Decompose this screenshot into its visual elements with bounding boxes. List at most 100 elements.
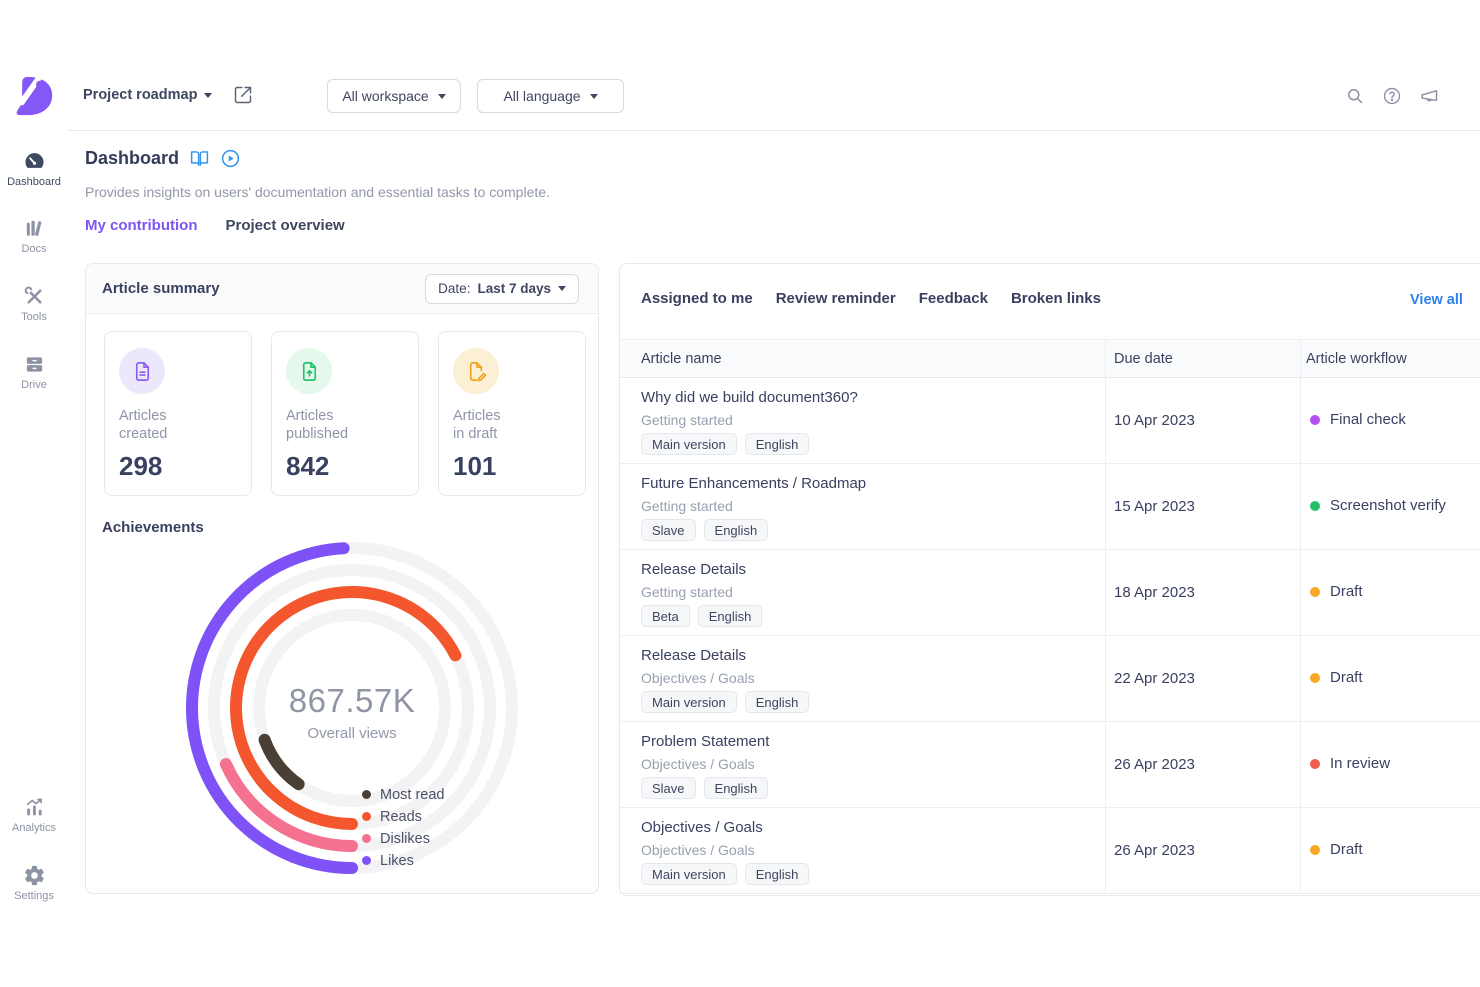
due-date: 15 Apr 2023 [1114,498,1195,515]
tab-feedback[interactable]: Feedback [919,290,988,307]
badge: Main version [641,863,737,885]
announcement-megaphone-icon[interactable] [1419,86,1439,106]
docs-guide-book-icon[interactable] [189,148,210,169]
article-title[interactable]: Release Details [641,647,746,664]
article-badges: SlaveEnglish [641,777,768,799]
sidebar-item-settings[interactable]: Settings [0,864,68,902]
status-dot [1310,587,1320,597]
sidebar-item-drive[interactable]: Drive [0,353,68,391]
page-title-text: Dashboard [85,148,179,169]
task-table-body: Why did we build document360? Getting sta… [620,378,1480,894]
date-range-selector[interactable]: Date: Last 7 days [425,274,579,304]
legend-dot [362,834,371,843]
status-label: Draft [1330,841,1363,858]
article-title[interactable]: Why did we build document360? [641,389,858,406]
badge: Main version [641,691,737,713]
table-row[interactable]: Objectives / Goals Objectives / Goals Main… [620,808,1480,894]
workflow-status: Draft [1310,669,1363,686]
video-play-icon[interactable] [220,148,241,169]
open-site-external-link-icon[interactable] [233,85,253,105]
tab-project-overview[interactable]: Project overview [226,217,345,234]
stat-label-line: created [119,425,237,443]
article-summary-card: Article summary Date: Last 7 days Articl… [85,263,599,894]
view-all-link[interactable]: View all [1410,292,1463,308]
legend-label: Most read [380,787,444,803]
badge: Main version [641,433,737,455]
stat-label-line: Articles [453,407,571,425]
sidebar-item-analytics[interactable]: Analytics [0,796,68,834]
stat-label-line: published [286,425,404,443]
workspace-selector[interactable]: All workspace [327,79,461,113]
due-date: 26 Apr 2023 [1114,842,1195,859]
article-title[interactable]: Objectives / Goals [641,819,763,836]
overall-views: 867.57K Overall views [262,682,442,742]
stat-articles-published: Articles published 842 [271,331,419,496]
legend-label: Reads [380,809,422,825]
settings-gear-icon [23,864,46,887]
chart-arc-most-read [265,740,299,784]
project-selector-label: Project roadmap [83,87,197,103]
status-dot [1310,501,1320,511]
due-date: 22 Apr 2023 [1114,670,1195,687]
stat-value: 842 [286,451,404,482]
tab-assigned-to-me[interactable]: Assigned to me [641,290,753,307]
workflow-status: In review [1310,755,1390,772]
overall-views-value: 867.57K [262,682,442,720]
docs-books-icon [23,217,46,240]
table-row[interactable]: Future Enhancements / Roadmap Getting sta… [620,464,1480,550]
legend-label: Dislikes [380,831,430,847]
badge: Beta [641,605,690,627]
language-selector[interactable]: All language [477,79,624,113]
article-title[interactable]: Future Enhancements / Roadmap [641,475,866,492]
article-badges: Beta English [641,605,762,627]
article-category: Getting started [641,498,733,514]
tab-broken-links[interactable]: Broken links [1011,290,1101,307]
chevron-down-icon [204,93,212,98]
chart-legend: Most read Reads Dislikes Likes [362,787,444,875]
article-title[interactable]: Problem Statement [641,733,769,750]
stat-label-line: in draft [453,425,571,443]
sidebar-item-label: Analytics [0,822,68,834]
sidebar-item-dashboard[interactable]: Dashboard [0,150,68,188]
help-icon[interactable] [1382,86,1402,106]
page-tabs: My contribution Project overview [85,217,345,234]
table-row[interactable]: Why did we build document360?Getting sta… [620,378,1480,464]
status-label: Draft [1330,669,1363,686]
badge: Slave [641,777,696,799]
document360-logo[interactable] [14,74,54,118]
stat-label-line: Articles [119,407,237,425]
due-date: 10 Apr 2023 [1114,412,1195,429]
search-icon[interactable] [1345,86,1365,106]
legend-label: Likes [380,853,414,869]
tasks-panel: Assigned to me Review reminder Feedback … [619,263,1480,896]
article-title[interactable]: Release Details [641,561,746,578]
article-badges: SlaveEnglish [641,519,768,541]
tab-review-reminder[interactable]: Review reminder [776,290,896,307]
article-category: Objectives / Goals [641,842,755,858]
sidebar-item-tools[interactable]: Tools [0,285,68,323]
chevron-down-icon [558,286,566,291]
project-selector[interactable]: Project roadmap [83,87,212,103]
article-category: Objectives / Goals [641,670,755,686]
tab-my-contribution[interactable]: My contribution [85,217,198,234]
status-dot [1310,673,1320,683]
sidebar-item-docs[interactable]: Docs [0,217,68,255]
workflow-status: Draft [1310,583,1363,600]
article-badges: Main version English [641,863,809,885]
due-date: 18 Apr 2023 [1114,584,1195,601]
article-category: Objectives / Goals [641,756,755,772]
badge: English [698,605,763,627]
article-badges: Main version English [641,691,809,713]
tasks-panel-tabs: Assigned to me Review reminder Feedback … [641,290,1101,307]
file-created-icon [119,348,165,394]
badge: English [745,691,810,713]
legend-item: Most read [362,787,444,802]
table-row[interactable]: Release DetailsGetting startedBetaEnglis… [620,550,1480,636]
table-row[interactable]: Release Details Objectives / Goals Main ve… [620,636,1480,722]
workflow-status: Screenshot verify [1310,497,1446,514]
status-dot [1310,759,1320,769]
sidebar-item-label: Dashboard [0,176,68,188]
stat-value: 298 [119,451,237,482]
badge: English [745,863,810,885]
table-row[interactable]: Problem Statement Objectives / Goals Slave… [620,722,1480,808]
